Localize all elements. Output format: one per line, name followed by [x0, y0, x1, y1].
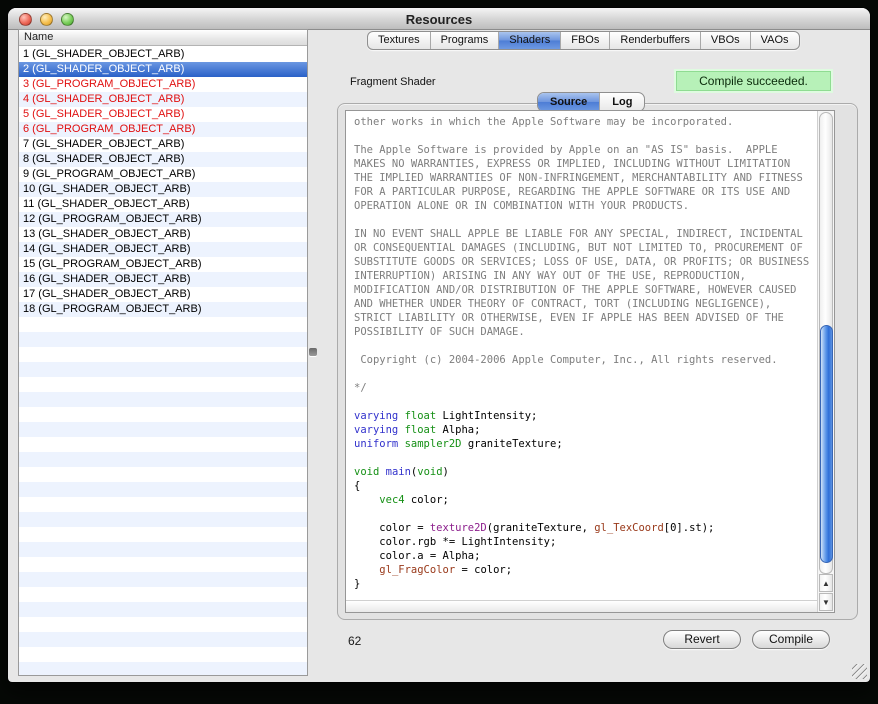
shader-source-text[interactable]: other works in which the Apple Software … — [346, 111, 817, 600]
compile-status-badge: Compile succeeded. — [676, 71, 831, 91]
code-line: THE IMPLIED WARRANTIES OF NON-INFRINGEME… — [354, 171, 817, 185]
code-line: Copyright (c) 2004-2006 Apple Computer, … — [354, 353, 817, 367]
line-count-label: 62 — [348, 634, 361, 648]
tab-vaos[interactable]: VAOs — [751, 32, 799, 49]
code-line: INTERRUPTION) ARISING IN ANY WAY OUT OF … — [354, 269, 817, 283]
tab-shaders[interactable]: Shaders — [499, 32, 561, 49]
list-item[interactable]: 7 (GL_SHADER_OBJECT_ARB) — [19, 137, 307, 152]
vertical-scrollbar[interactable]: ▲ ▼ — [817, 111, 834, 612]
resource-list: Name 1 (GL_SHADER_OBJECT_ARB)2 (GL_SHADE… — [18, 29, 308, 676]
resources-window: Resources Name 1 (GL_SHADER_OBJECT_ARB)2… — [8, 8, 870, 682]
code-line: POSSIBILITY OF SUCH DAMAGE. — [354, 325, 817, 339]
code-line: color = texture2D(graniteTexture, gl_Tex… — [354, 521, 817, 535]
scroll-up-button[interactable]: ▲ — [819, 574, 833, 592]
code-line: varying float LightIntensity; — [354, 409, 817, 423]
list-item[interactable]: 18 (GL_PROGRAM_OBJECT_ARB) — [19, 302, 307, 317]
code-line: MODIFICATION AND/OR DISTRIBUTION OF THE … — [354, 283, 817, 297]
code-line — [354, 339, 817, 353]
list-item[interactable]: 16 (GL_SHADER_OBJECT_ARB) — [19, 272, 307, 287]
code-line — [354, 451, 817, 465]
code-line: other works in which the Apple Software … — [354, 115, 817, 129]
code-line: void main(void) — [354, 465, 817, 479]
code-line: } — [354, 577, 817, 591]
resize-grip-icon[interactable] — [852, 664, 867, 679]
list-item[interactable]: 12 (GL_PROGRAM_OBJECT_ARB) — [19, 212, 307, 227]
list-item[interactable]: 15 (GL_PROGRAM_OBJECT_ARB) — [19, 257, 307, 272]
code-line: FOR A PARTICULAR PURPOSE, REGARDING THE … — [354, 185, 817, 199]
code-line — [354, 507, 817, 521]
list-item[interactable]: 11 (GL_SHADER_OBJECT_ARB) — [19, 197, 307, 212]
tab-renderbuffers[interactable]: Renderbuffers — [610, 32, 701, 49]
code-line: IN NO EVENT SHALL APPLE BE LIABLE FOR AN… — [354, 227, 817, 241]
code-line: STRICT LIABILITY OR OTHERWISE, EVEN IF A… — [354, 311, 817, 325]
list-item[interactable]: 1 (GL_SHADER_OBJECT_ARB) — [19, 47, 307, 62]
window-title: Resources — [8, 12, 870, 27]
scroll-down-button[interactable]: ▼ — [819, 593, 833, 611]
list-item[interactable]: 2 (GL_SHADER_OBJECT_ARB) — [19, 62, 307, 77]
splitter-handle[interactable] — [309, 348, 317, 356]
list-item[interactable]: 10 (GL_SHADER_OBJECT_ARB) — [19, 182, 307, 197]
compile-button[interactable]: Compile — [752, 630, 830, 649]
name-column-header[interactable]: Name — [19, 30, 307, 46]
title-bar[interactable]: Resources — [8, 8, 870, 30]
code-line: vec4 color; — [354, 493, 817, 507]
shader-source-editor[interactable]: other works in which the Apple Software … — [345, 110, 835, 613]
list-item[interactable]: 17 (GL_SHADER_OBJECT_ARB) — [19, 287, 307, 302]
shader-type-label: Fragment Shader — [350, 76, 436, 88]
code-line: MAKES NO WARRANTIES, EXPRESS OR IMPLIED,… — [354, 157, 817, 171]
code-line: { — [354, 479, 817, 493]
code-line: The Apple Software is provided by Apple … — [354, 143, 817, 157]
code-line: SUBSTITUTE GOODS OR SERVICES; LOSS OF US… — [354, 255, 817, 269]
tab-vbos[interactable]: VBOs — [701, 32, 751, 49]
tab-fbos[interactable]: FBOs — [561, 32, 610, 49]
code-line — [354, 367, 817, 381]
revert-button[interactable]: Revert — [663, 630, 741, 649]
list-item[interactable]: 3 (GL_PROGRAM_OBJECT_ARB) — [19, 77, 307, 92]
subtab-log[interactable]: Log — [600, 93, 644, 111]
list-item[interactable]: 13 (GL_SHADER_OBJECT_ARB) — [19, 227, 307, 242]
subtab-source[interactable]: Source — [538, 93, 600, 111]
list-item[interactable]: 8 (GL_SHADER_OBJECT_ARB) — [19, 152, 307, 167]
code-line — [354, 395, 817, 409]
tab-programs[interactable]: Programs — [431, 32, 500, 49]
resource-list-rows[interactable]: 1 (GL_SHADER_OBJECT_ARB)2 (GL_SHADER_OBJ… — [19, 47, 307, 675]
list-item[interactable]: 9 (GL_PROGRAM_OBJECT_ARB) — [19, 167, 307, 182]
list-item[interactable]: 6 (GL_PROGRAM_OBJECT_ARB) — [19, 122, 307, 137]
code-line: */ — [354, 381, 817, 395]
list-item[interactable]: 5 (GL_SHADER_OBJECT_ARB) — [19, 107, 307, 122]
code-line — [354, 129, 817, 143]
code-line: OPERATION ALONE OR IN COMBINATION WITH Y… — [354, 199, 817, 213]
scrollbar-thumb[interactable] — [820, 325, 833, 563]
code-line: color.a = Alpha; — [354, 549, 817, 563]
code-line: OR CONSEQUENTIAL DAMAGES (INCLUDING, BUT… — [354, 241, 817, 255]
code-line: varying float Alpha; — [354, 423, 817, 437]
resource-type-tabs: TexturesProgramsShadersFBOsRenderbuffers… — [367, 31, 800, 50]
tab-textures[interactable]: Textures — [368, 32, 431, 49]
code-line: color.rgb *= LightIntensity; — [354, 535, 817, 549]
code-line: AND WHETHER UNDER THEORY OF CONTRACT, TO… — [354, 297, 817, 311]
source-log-tabs: SourceLog — [537, 92, 645, 112]
code-line — [354, 213, 817, 227]
code-line: gl_FragColor = color; — [354, 563, 817, 577]
list-item[interactable]: 4 (GL_SHADER_OBJECT_ARB) — [19, 92, 307, 107]
code-line: uniform sampler2D graniteTexture; — [354, 437, 817, 451]
horizontal-scrollbar-track[interactable] — [346, 600, 817, 612]
list-item[interactable]: 14 (GL_SHADER_OBJECT_ARB) — [19, 242, 307, 257]
